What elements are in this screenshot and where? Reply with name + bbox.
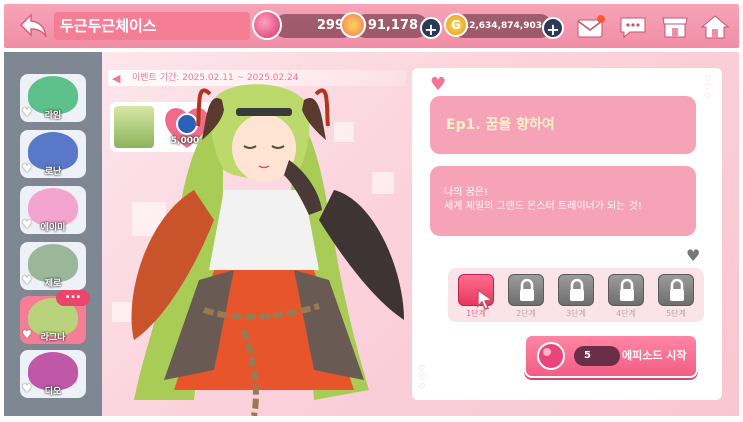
description-line: 나의 꿈은!: [444, 187, 488, 198]
step-label: 2단계: [516, 309, 536, 318]
character-name: 디오: [44, 387, 62, 397]
character-name: 로난: [44, 167, 62, 177]
sidebar-item-zero[interactable]: ♥ 제로: [20, 242, 86, 290]
gold-coin-icon: G: [444, 13, 468, 37]
lock-icon: [508, 274, 544, 306]
lock-icon: [558, 274, 594, 306]
decor-hearts: ♡ ♡ ♡: [418, 364, 426, 391]
episode-title: Ep1. 꿈을 향하여: [430, 96, 696, 154]
episode-description: 나의 꿈은! 세계 제일의 그랜드 몬스터 트레이너가 되는 것!: [430, 166, 696, 236]
sidebar-item-lime[interactable]: ♥ 라임: [20, 74, 86, 122]
heart-icon: ♥: [430, 74, 447, 95]
gem-icon: [537, 342, 565, 370]
description-line: 세계 제일의 그랜드 몬스터 트레이너가 되는 것!: [444, 201, 642, 212]
start-label: 에피소드 시작: [622, 349, 687, 362]
episode-cost: 5: [574, 346, 620, 366]
step-5[interactable]: 5단계: [654, 270, 698, 320]
character-name: 라임: [44, 111, 62, 121]
decor-hearts: ♡ ♡ ♡: [704, 74, 712, 101]
more-dots-badge: ...: [56, 287, 90, 306]
back-arrow-icon[interactable]: [18, 12, 48, 40]
sidebar-item-amy[interactable]: ♥ 에이미: [20, 186, 86, 234]
top-bar: 두근두근체이스 299 91,178 + 12,634,874,903 G +: [4, 4, 739, 48]
shop-icon[interactable]: [660, 14, 690, 40]
character-name: 라그나: [40, 333, 66, 343]
heart-icon: ♥: [686, 246, 701, 265]
cursor-icon: [477, 288, 494, 310]
sidebar-item-dio[interactable]: ♥ 디오: [20, 350, 86, 398]
character-illustration: [131, 84, 404, 416]
step-label: 4단계: [616, 309, 636, 318]
home-icon[interactable]: [700, 14, 730, 40]
step-4[interactable]: 4단계: [604, 270, 648, 320]
add-candy-button[interactable]: +: [420, 17, 442, 39]
sidebar-item-ronan[interactable]: ♥ 로난: [20, 130, 86, 178]
character-name: 에이미: [40, 223, 66, 233]
mail-icon[interactable]: [576, 14, 606, 40]
start-episode-button[interactable]: 5 에피소드 시작: [524, 334, 698, 378]
candy-count: 91,178: [367, 18, 418, 33]
step-label: 5단계: [666, 309, 686, 318]
chat-icon[interactable]: [618, 14, 648, 40]
gold-count: 12,634,874,903: [462, 21, 542, 31]
lock-icon: [608, 274, 644, 306]
candy-icon: [340, 12, 366, 38]
step-label: 3단계: [566, 309, 586, 318]
add-gold-button[interactable]: +: [542, 17, 564, 39]
page-title: 두근두근체이스: [54, 12, 250, 40]
step-2[interactable]: 2단계: [504, 270, 548, 320]
lock-icon: [658, 274, 694, 306]
step-3[interactable]: 3단계: [554, 270, 598, 320]
gem-icon: [252, 10, 282, 40]
